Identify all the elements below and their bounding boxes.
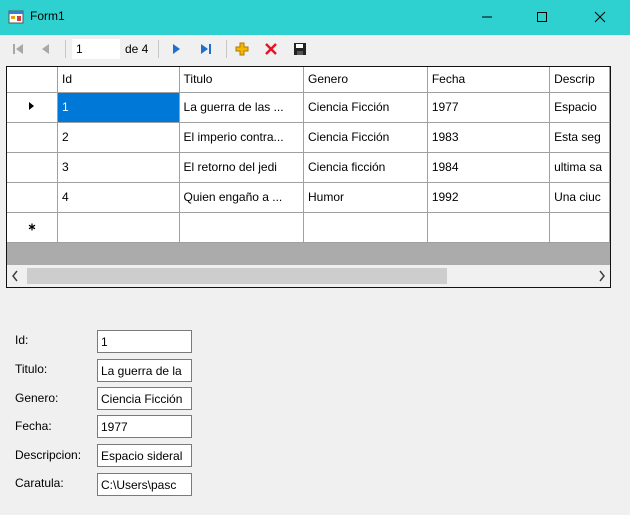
table-row[interactable]: 1 La guerra de las ... Ciencia Ficción 1… [7,92,610,123]
cell-id[interactable]: 2 [57,122,180,153]
titulo-field[interactable] [97,359,192,382]
cell-fecha[interactable] [427,212,551,243]
cell-genero[interactable] [303,212,428,243]
column-header-descripcion[interactable]: Descrip [549,67,610,93]
cell-fecha[interactable]: 1977 [427,92,551,123]
column-header-fecha[interactable]: Fecha [427,67,551,93]
table-row[interactable]: 2 El imperio contra... Ciencia Ficción 1… [7,122,610,153]
cell-fecha[interactable]: 1984 [427,152,551,183]
header-row: Id Titulo Genero Fecha Descrip [7,67,610,93]
maximize-icon [537,12,547,22]
caratula-field[interactable] [97,473,192,496]
cell-id[interactable]: 4 [57,182,180,213]
title-bar[interactable]: Form1 [0,0,630,35]
cell-descripcion[interactable]: Una ciuc [549,182,610,213]
table-row[interactable]: 3 El retorno del jedi Ciencia ficción 19… [7,152,610,183]
minimize-button[interactable] [464,0,510,35]
cell-fecha[interactable]: 1983 [427,122,551,153]
move-previous-icon[interactable] [38,41,54,57]
cell-descripcion[interactable]: Espacio [549,92,610,123]
titulo-label: Titulo: [15,362,48,376]
cell-descripcion[interactable] [549,212,610,243]
toolbar-separator [65,40,66,58]
toolbar-separator [226,40,227,58]
cell-titulo[interactable]: Quien engaño a ... [179,182,304,213]
cell-titulo[interactable]: El retorno del jedi [179,152,304,183]
window-title: Form1 [30,9,65,23]
id-field[interactable] [97,330,192,353]
new-row-asterisk-icon [28,223,36,231]
cell-id[interactable]: 3 [57,152,180,183]
cell-descripcion[interactable]: Esta seg [549,122,610,153]
scroll-left-icon[interactable] [11,270,19,282]
cell-genero[interactable]: Ciencia Ficción [303,92,428,123]
scrollbar-thumb[interactable] [27,268,447,284]
current-row-arrow-icon [29,102,35,110]
cell-genero[interactable]: Ciencia ficción [303,152,428,183]
scroll-right-icon[interactable] [598,270,606,282]
row-header[interactable] [7,212,59,243]
toolbar-separator [158,40,159,58]
descripcion-field[interactable] [97,444,192,467]
cell-titulo[interactable] [179,212,304,243]
row-header[interactable] [7,92,59,123]
caratula-label: Caratula: [15,476,64,490]
id-label: Id: [15,333,29,347]
genero-field[interactable] [97,387,192,410]
row-header[interactable] [7,182,59,213]
save-icon[interactable] [292,41,308,57]
move-last-icon[interactable] [198,41,214,57]
maximize-button[interactable] [519,0,565,35]
cell-titulo[interactable]: El imperio contra... [179,122,304,153]
horizontal-scrollbar[interactable] [7,265,610,287]
form-app-icon [8,10,24,24]
move-first-icon[interactable] [10,41,26,57]
cell-genero[interactable]: Humor [303,182,428,213]
table-row[interactable]: 4 Quien engaño a ... Humor 1992 Una ciuc [7,182,610,213]
column-header-id[interactable]: Id [57,67,180,93]
record-count-label: de 4 [125,42,149,56]
position-input[interactable] [72,39,120,59]
close-button[interactable] [577,0,623,35]
add-new-icon[interactable] [234,41,250,57]
fecha-label: Fecha: [15,419,52,433]
cell-id[interactable] [57,212,180,243]
move-next-icon[interactable] [168,41,184,57]
descripcion-label: Descripcion: [15,448,82,462]
grid-table: Id Titulo Genero Fecha Descrip 1 La guer… [7,67,610,243]
genero-label: Genero: [15,391,59,405]
row-header[interactable] [7,122,59,153]
column-header-titulo[interactable]: Titulo [179,67,304,93]
close-icon [594,11,606,23]
row-header[interactable] [7,152,59,183]
corner-header [7,67,59,93]
fecha-field[interactable] [97,415,192,438]
minimize-icon [482,16,492,18]
new-row[interactable] [7,212,610,243]
cell-genero[interactable]: Ciencia Ficción [303,122,428,153]
column-header-genero[interactable]: Genero [303,67,428,93]
cell-fecha[interactable]: 1992 [427,182,551,213]
cell-descripcion[interactable]: ultima sa [549,152,610,183]
cell-titulo[interactable]: La guerra de las ... [179,92,304,123]
delete-icon[interactable] [263,41,279,57]
data-grid[interactable]: Id Titulo Genero Fecha Descrip 1 La guer… [6,66,611,288]
cell-id[interactable]: 1 [57,92,180,123]
